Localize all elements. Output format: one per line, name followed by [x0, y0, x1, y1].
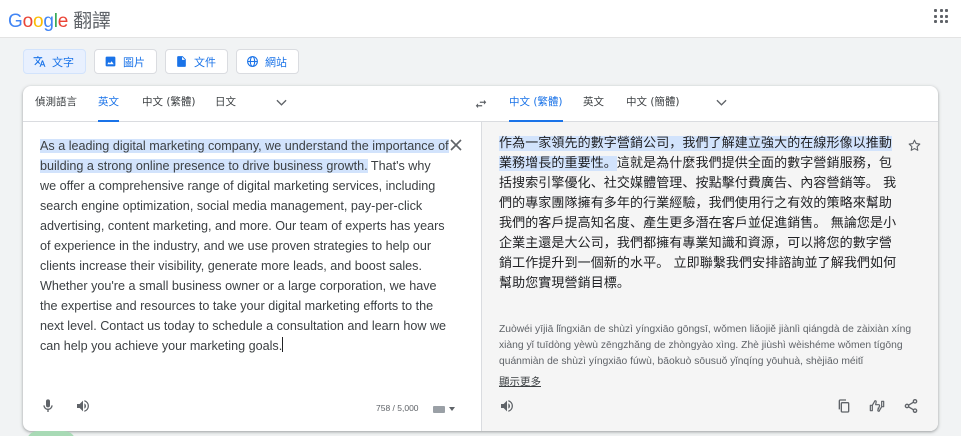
share-translation-icon[interactable]	[903, 398, 919, 414]
logo-letter: e	[57, 11, 69, 32]
source-listen-speaker-icon[interactable]	[75, 398, 91, 414]
source-textarea[interactable]: As a leading digital marketing company, …	[40, 136, 450, 356]
mode-selector: 文字 圖片 文件 網站	[23, 49, 299, 74]
tab-source-english[interactable]: 英文	[98, 86, 119, 122]
mode-label: 文字	[52, 55, 74, 69]
translation-card: 偵測語言 英文 中文 (繁體) 日文 中文 (繁體) 英文 中文 (簡體) As…	[23, 86, 938, 431]
translation-output: 作為一家領先的數字營銷公司，我們了解建立強大的在線形像以推動業務增長的重要性。這…	[499, 134, 897, 294]
rate-translation-thumbs-icon[interactable]	[869, 398, 885, 414]
tab-target-chinese-simplified[interactable]: 中文 (簡體)	[626, 86, 680, 122]
swap-languages-icon[interactable]	[474, 97, 488, 111]
language-bar: 偵測語言 英文 中文 (繁體) 日文 中文 (繁體) 英文 中文 (簡體)	[23, 86, 938, 122]
apps-grid-icon[interactable]	[934, 9, 948, 23]
logo-letter: G	[8, 11, 23, 32]
image-icon	[105, 56, 116, 67]
tab-source-japanese[interactable]: 日文	[215, 86, 236, 122]
document-icon	[177, 56, 186, 67]
save-translation-star-icon[interactable]	[907, 138, 922, 153]
target-text-rest: 這就是為什麼我們提供全面的數字營銷服務，包括搜索引擎優化、社交媒體管理、按點擊付…	[499, 156, 897, 291]
character-count: 758 / 5,000	[376, 403, 419, 413]
transliteration-text: Zuòwéi yījiā lǐngxiān de shùzì yíngxiāo …	[499, 324, 912, 367]
globe-icon	[247, 56, 258, 67]
logo-letter: g	[43, 11, 54, 32]
floating-feedback-bubble[interactable]	[26, 431, 76, 436]
logo-letter: o	[22, 11, 34, 32]
input-tools-keyboard-icon[interactable]	[433, 405, 459, 413]
source-languages-chevron-down-icon[interactable]	[276, 99, 287, 107]
google-translate-logo[interactable]: Google 翻譯	[8, 6, 111, 33]
tab-source-chinese-traditional[interactable]: 中文 (繁體)	[142, 86, 196, 122]
show-more-link[interactable]: 顯示更多	[499, 374, 541, 389]
mode-label: 文件	[194, 55, 216, 69]
copy-translation-icon[interactable]	[836, 398, 852, 414]
target-listen-speaker-icon[interactable]	[499, 398, 515, 414]
tab-target-chinese-traditional[interactable]: 中文 (繁體)	[509, 86, 563, 122]
mode-label: 網站	[265, 55, 287, 69]
clear-source-close-icon[interactable]	[449, 138, 463, 152]
tab-target-english[interactable]: 英文	[583, 86, 604, 122]
top-bar: Google 翻譯	[0, 0, 961, 38]
mode-label: 圖片	[123, 55, 145, 69]
source-text-rest: That's why we offer a comprehensive rang…	[40, 159, 447, 353]
mode-text-button[interactable]: 文字	[23, 49, 86, 74]
translate-icon	[33, 56, 46, 67]
text-caret	[282, 337, 284, 352]
logo-letter: o	[32, 11, 44, 32]
microphone-icon[interactable]	[40, 398, 56, 414]
mode-website-button[interactable]: 網站	[236, 49, 299, 74]
product-name: 翻譯	[73, 10, 111, 32]
mode-document-button[interactable]: 文件	[165, 49, 228, 74]
tab-detect-language[interactable]: 偵測語言	[35, 86, 77, 122]
target-languages-chevron-down-icon[interactable]	[716, 99, 727, 107]
mode-image-button[interactable]: 圖片	[94, 49, 157, 74]
